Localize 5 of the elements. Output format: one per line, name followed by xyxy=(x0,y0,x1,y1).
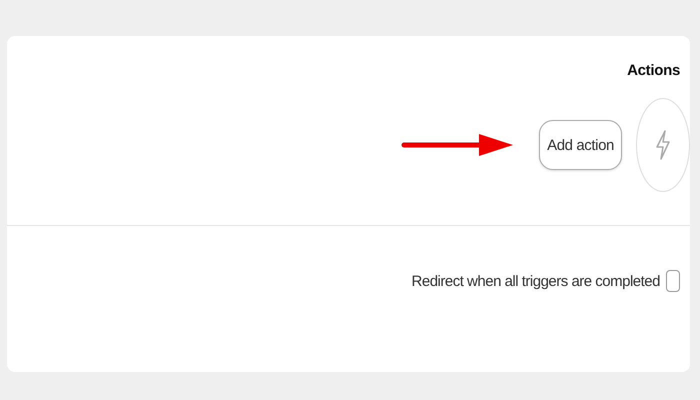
redirect-label: Redirect when all triggers are completed xyxy=(412,272,660,290)
redirect-checkbox[interactable] xyxy=(666,270,680,292)
lightning-icon xyxy=(655,130,671,160)
add-action-button[interactable]: Add action xyxy=(539,120,622,170)
panel-title: Actions xyxy=(627,62,680,79)
